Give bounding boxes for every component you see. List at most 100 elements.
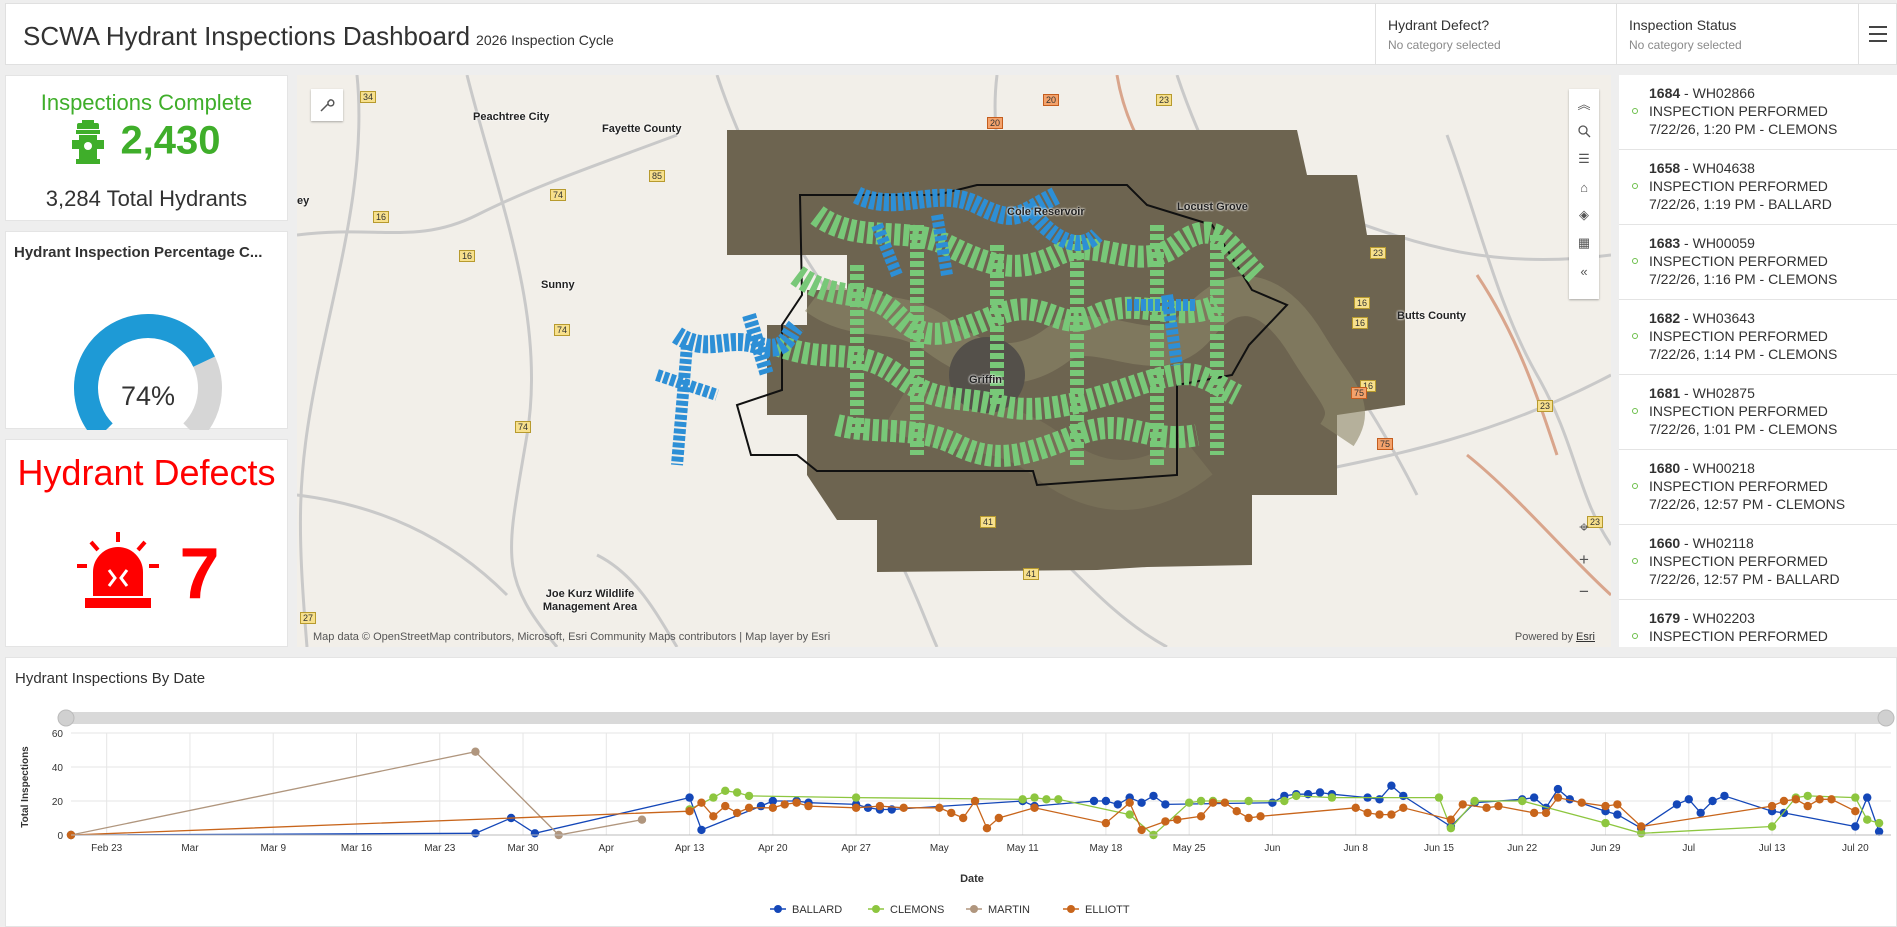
chart-axes: 0 20 40 60 Feb 23 Mar Mar 9 Mar 16 Mar 23 Mar 30 A… (52, 729, 1891, 854)
data-point-clemons (1446, 824, 1456, 833)
inspection-status: INSPECTION PERFORMED (1649, 103, 1828, 119)
data-point-clemons (1280, 796, 1289, 806)
data-point-ballard (1684, 795, 1693, 804)
gauge-title: Hydrant Inspection Percentage C... (14, 244, 263, 261)
range-slider-handle-left[interactable] (57, 709, 75, 727)
hydrant-defect-selector[interactable]: Hydrant Defect? No category selected (1375, 4, 1616, 64)
hydrant-map[interactable]: Peachtree City Fayette County Cole Reser… (297, 75, 1611, 647)
hydrant-id: WH02203 (1692, 610, 1755, 626)
data-point-clemons (1863, 815, 1872, 824)
inspection-detail: 7/22/26, 12:57 PM - BALLARD (1649, 571, 1840, 587)
data-point-elliott (958, 813, 968, 823)
imagery-mosaic (727, 130, 1405, 572)
data-point-elliott (1196, 812, 1206, 821)
hydrant-id: WH02118 (1692, 535, 1754, 551)
list-item[interactable]: 1679 - WH02203 INSPECTION PERFORMED (1619, 600, 1897, 647)
dashboard-title: SCWA Hydrant Inspections Dashboard (23, 21, 471, 51)
hydrant-id: WH00218 (1692, 460, 1755, 476)
date-range-slider-track[interactable] (61, 712, 1891, 724)
fire-hydrant-icon (72, 120, 105, 164)
zoom-out-button[interactable]: − (1569, 577, 1599, 607)
inspection-id: 1684 (1649, 85, 1681, 101)
route-shield: 41 (1023, 568, 1040, 580)
list-item[interactable]: 1660 - WH02118 INSPECTION PERFORMED 7/22/2… (1619, 525, 1897, 600)
defects-title: Hydrant Defects (17, 452, 276, 493)
route-shield: 41 (980, 516, 997, 528)
line-chart: 0 20 40 60 Feb 23 Mar Mar 9 Mar 16 Mar 23 Mar 30 A… (20, 709, 1895, 916)
map-tool-button[interactable] (311, 89, 343, 121)
collapse-left-icon[interactable]: « (1569, 257, 1599, 285)
data-point-ballard (685, 793, 694, 802)
layers-icon[interactable]: ◈ (1569, 201, 1599, 229)
x-tick-label: Mar (181, 843, 199, 854)
data-point-clemons (1030, 793, 1039, 802)
data-point-ballard (1863, 793, 1872, 802)
map-label: Butts County (1397, 310, 1467, 322)
x-tick-label: May 11 (1007, 843, 1039, 854)
list-item[interactable]: 1680 - WH00218 INSPECTION PERFORMED 7/22/2… (1619, 450, 1897, 525)
x-tick-label: Mar 16 (341, 843, 373, 854)
data-point-elliott (697, 798, 706, 807)
search-icon[interactable] (1569, 117, 1599, 145)
data-point-elliott (970, 796, 980, 806)
data-point-elliott (1815, 795, 1824, 804)
data-point-ballard (756, 801, 766, 811)
list-item[interactable]: 1681 - WH02875 INSPECTION PERFORMED 7/22/2… (1619, 375, 1897, 450)
data-point-ballard (1851, 822, 1860, 831)
inspection-status: INSPECTION PERFORMED (1649, 403, 1828, 419)
esri-link[interactable]: Esri (1576, 631, 1595, 643)
x-tick-label: Apr 20 (758, 843, 788, 854)
map-toolbar: ︽ ☰ ⌂ ◈ ▦ « (1569, 89, 1599, 299)
qr-icon[interactable]: ▦ (1569, 229, 1599, 257)
data-point-clemons (721, 786, 730, 795)
data-point-clemons (744, 791, 754, 801)
inspections-complete-value: 2,430 (120, 118, 221, 163)
hydrant-id: WH00059 (1692, 235, 1755, 251)
data-point-elliott (1458, 800, 1467, 809)
list-item[interactable]: 1658 - WH04638 INSPECTION PERFORMED 7/22/2… (1619, 150, 1897, 225)
inspection-id: 1681 (1649, 385, 1681, 401)
data-point-elliott (1553, 793, 1563, 802)
inspection-id: 1660 (1649, 535, 1681, 551)
hydrant-id: WH04638 (1692, 160, 1755, 176)
data-point-elliott (935, 803, 944, 812)
inspection-id: 1680 (1649, 460, 1681, 476)
route-shield: 23 (1370, 247, 1387, 259)
hydrant-id: WH02866 (1692, 85, 1755, 101)
inspection-detail: 7/22/26, 1:20 PM - CLEMONS (1649, 121, 1838, 137)
data-point-ballard (1529, 793, 1539, 802)
x-tick-label: Mar 9 (260, 843, 286, 854)
home-icon[interactable]: ⌂ (1569, 173, 1599, 201)
range-slider-handle-right[interactable] (1877, 709, 1895, 727)
list-item[interactable]: 1684 - WH02866 INSPECTION PERFORMED 7/22/2… (1619, 75, 1897, 150)
powered-by-text: Powered by (1514, 631, 1577, 643)
data-point-clemons (1125, 810, 1134, 819)
inspection-detail: 7/22/26, 1:16 PM - CLEMONS (1649, 271, 1838, 287)
inspection-list[interactable]: 1684 - WH02866 INSPECTION PERFORMED 7/22/2… (1619, 75, 1897, 647)
defects-count: 7 (179, 534, 220, 614)
map-label: Fayette County (602, 123, 682, 135)
x-tick-label: Feb 23 (91, 843, 123, 854)
x-tick-label: Jul (1682, 843, 1695, 854)
inspection-status: INSPECTION PERFORMED (1649, 628, 1828, 644)
menu-button[interactable] (1858, 4, 1896, 64)
hamburger-icon-line (1868, 26, 1887, 28)
data-point-ballard (471, 829, 480, 838)
route-shield: 34 (360, 91, 377, 103)
inspection-status-selector[interactable]: Inspection Status No category selected (1616, 4, 1859, 64)
data-point-clemons (1327, 793, 1337, 802)
indicator-title: Inspections Complete (40, 90, 253, 115)
data-point-ballard (1101, 796, 1111, 806)
list-item[interactable]: 1683 - WH00059 INSPECTION PERFORMED 7/22/2… (1619, 225, 1897, 300)
legend-icon[interactable]: ☰ (1569, 145, 1599, 173)
data-point-clemons (1196, 796, 1206, 806)
map-label: Sunny (541, 279, 575, 291)
locate-icon[interactable]: ⌖ (1569, 513, 1599, 543)
collapse-up-icon[interactable]: ︽ (1569, 89, 1599, 117)
data-point-ballard (1708, 796, 1717, 806)
x-tick-label: May 18 (1090, 843, 1123, 854)
map-label: Griffin (969, 374, 1002, 386)
data-point-ballard (1315, 788, 1325, 797)
zoom-in-button[interactable]: + (1569, 545, 1599, 575)
list-item[interactable]: 1682 - WH03643 INSPECTION PERFORMED 7/22/2… (1619, 300, 1897, 375)
